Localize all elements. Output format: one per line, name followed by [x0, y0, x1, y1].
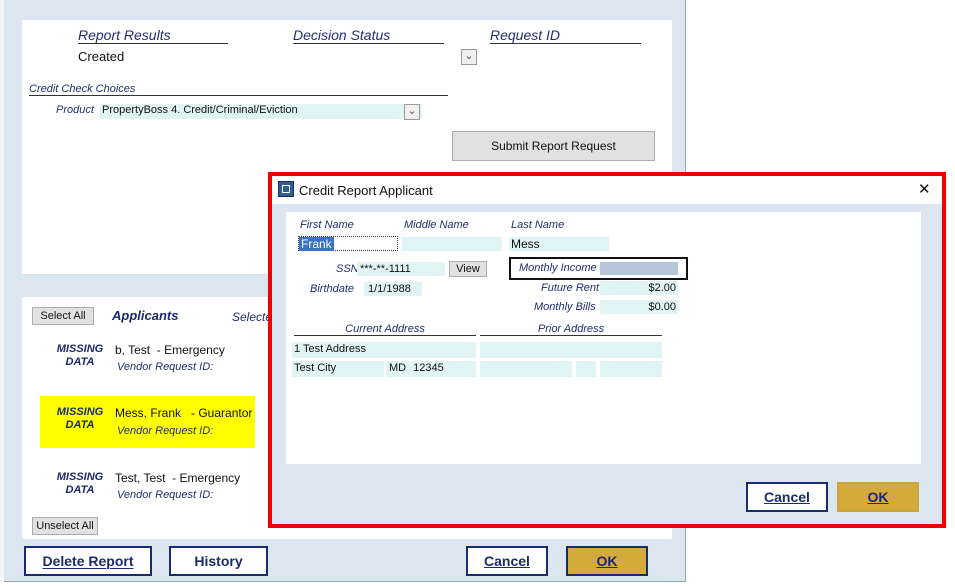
selected-label: Selecte — [232, 310, 273, 324]
delete-report-button[interactable]: Delete Report — [24, 546, 152, 576]
report-results-label: Report Results — [78, 27, 228, 44]
applicant-vendor-id: Vendor Request ID: — [117, 425, 214, 437]
dialog-title-bar: Credit Report Applicant ✕ — [272, 176, 942, 204]
submit-report-request-button[interactable]: Submit Report Request — [452, 131, 655, 161]
current-city-value: Test City — [294, 362, 337, 374]
report-results-value: Created — [78, 49, 125, 64]
last-name-label: Last Name — [511, 219, 565, 231]
applicant-status: MISSING DATA — [56, 471, 104, 496]
product-dropdown-icon[interactable]: ⌄ — [404, 104, 420, 120]
prior-address-label: Prior Address — [480, 323, 662, 336]
prior-street-field[interactable] — [480, 342, 662, 358]
future-rent-value: $2.00 — [648, 282, 676, 294]
app-icon — [278, 181, 294, 197]
decision-status-dropdown[interactable]: ⌄ — [461, 49, 477, 65]
history-button[interactable]: History — [169, 546, 268, 576]
future-rent-field[interactable]: $2.00 — [600, 281, 678, 295]
last-name-field[interactable]: Mess — [509, 237, 609, 251]
monthly-income-field[interactable] — [600, 262, 678, 275]
applicant-vendor-id: Vendor Request ID: — [117, 361, 214, 373]
request-id-label: Request ID — [490, 27, 641, 44]
current-state-value: MD — [389, 362, 407, 374]
main-cancel-button[interactable]: Cancel — [466, 546, 548, 576]
applicant-name: Test, Test - Emergency — [115, 471, 241, 485]
first-name-label: First Name — [300, 219, 354, 231]
birthdate-label: Birthdate — [310, 283, 355, 295]
first-name-field[interactable]: Frank — [298, 236, 398, 251]
monthly-bills-field[interactable]: $0.00 — [600, 300, 678, 314]
monthly-income-label: Monthly Income — [519, 262, 597, 274]
middle-name-field[interactable] — [402, 237, 502, 251]
middle-name-label: Middle Name — [404, 219, 469, 231]
monthly-bills-label: Monthly Bills — [534, 301, 596, 313]
view-ssn-button[interactable]: View — [449, 261, 487, 277]
applicant-row[interactable]: MISSING DATA b, Test - Emergency Vendor … — [40, 338, 255, 386]
applicant-name: b, Test - Emergency — [115, 343, 225, 357]
monthly-bills-value: $0.00 — [648, 301, 676, 313]
product-select[interactable]: PropertyBoss 4. Credit/Criminal/Eviction — [100, 104, 422, 119]
credit-report-applicant-dialog: Credit Report Applicant ✕ First Name Fra… — [272, 176, 942, 524]
applicant-status: MISSING DATA — [56, 406, 104, 431]
product-label: Product — [56, 104, 94, 116]
ssn-label: SSN — [336, 263, 359, 275]
current-state-zip-field[interactable]: MD 12345 — [386, 361, 476, 377]
applicants-heading: Applicants — [112, 308, 179, 323]
current-city-field[interactable]: Test City — [292, 361, 384, 377]
current-street-field[interactable]: 1 Test Address — [292, 342, 476, 358]
applicant-status: MISSING DATA — [56, 343, 104, 368]
current-street-value: 1 Test Address — [294, 343, 366, 355]
prior-city-field[interactable] — [480, 361, 572, 377]
current-zip-value: 12345 — [413, 362, 444, 374]
birthdate-field[interactable]: 1/1/1988 — [364, 282, 422, 296]
background-window-edge — [0, 0, 4, 582]
close-icon[interactable]: ✕ — [918, 180, 931, 198]
applicant-name: Mess, Frank - Guarantor — [115, 406, 253, 420]
select-all-button[interactable]: Select All — [32, 307, 94, 325]
applicant-vendor-id: Vendor Request ID: — [117, 489, 214, 501]
first-name-value: Frank — [299, 237, 334, 251]
prior-state-field[interactable] — [576, 361, 596, 377]
applicant-row[interactable]: MISSING DATA Test, Test - Emergency Vend… — [40, 466, 255, 514]
ssn-field[interactable]: ***-**-1111 — [357, 262, 445, 276]
credit-check-choices-label: Credit Check Choices — [29, 83, 448, 96]
product-value: PropertyBoss 4. Credit/Criminal/Eviction — [102, 104, 298, 116]
main-ok-button[interactable]: OK — [566, 546, 648, 576]
future-rent-label: Future Rent — [541, 282, 600, 294]
current-address-label: Current Address — [294, 323, 476, 336]
last-name-value: Mess — [511, 237, 540, 251]
decision-status-label: Decision Status — [293, 27, 444, 44]
dialog-cancel-button[interactable]: Cancel — [746, 482, 828, 512]
dialog-title: Credit Report Applicant — [299, 183, 433, 198]
ssn-value: ***-**-1111 — [360, 263, 411, 275]
prior-zip-field[interactable] — [600, 361, 662, 377]
birthdate-value: 1/1/1988 — [368, 283, 411, 295]
unselect-all-button[interactable]: Unselect All — [32, 517, 98, 535]
applicant-row-selected[interactable]: MISSING DATA Mess, Frank - Guarantor Ven… — [40, 396, 255, 448]
dialog-ok-button[interactable]: OK — [837, 482, 919, 512]
